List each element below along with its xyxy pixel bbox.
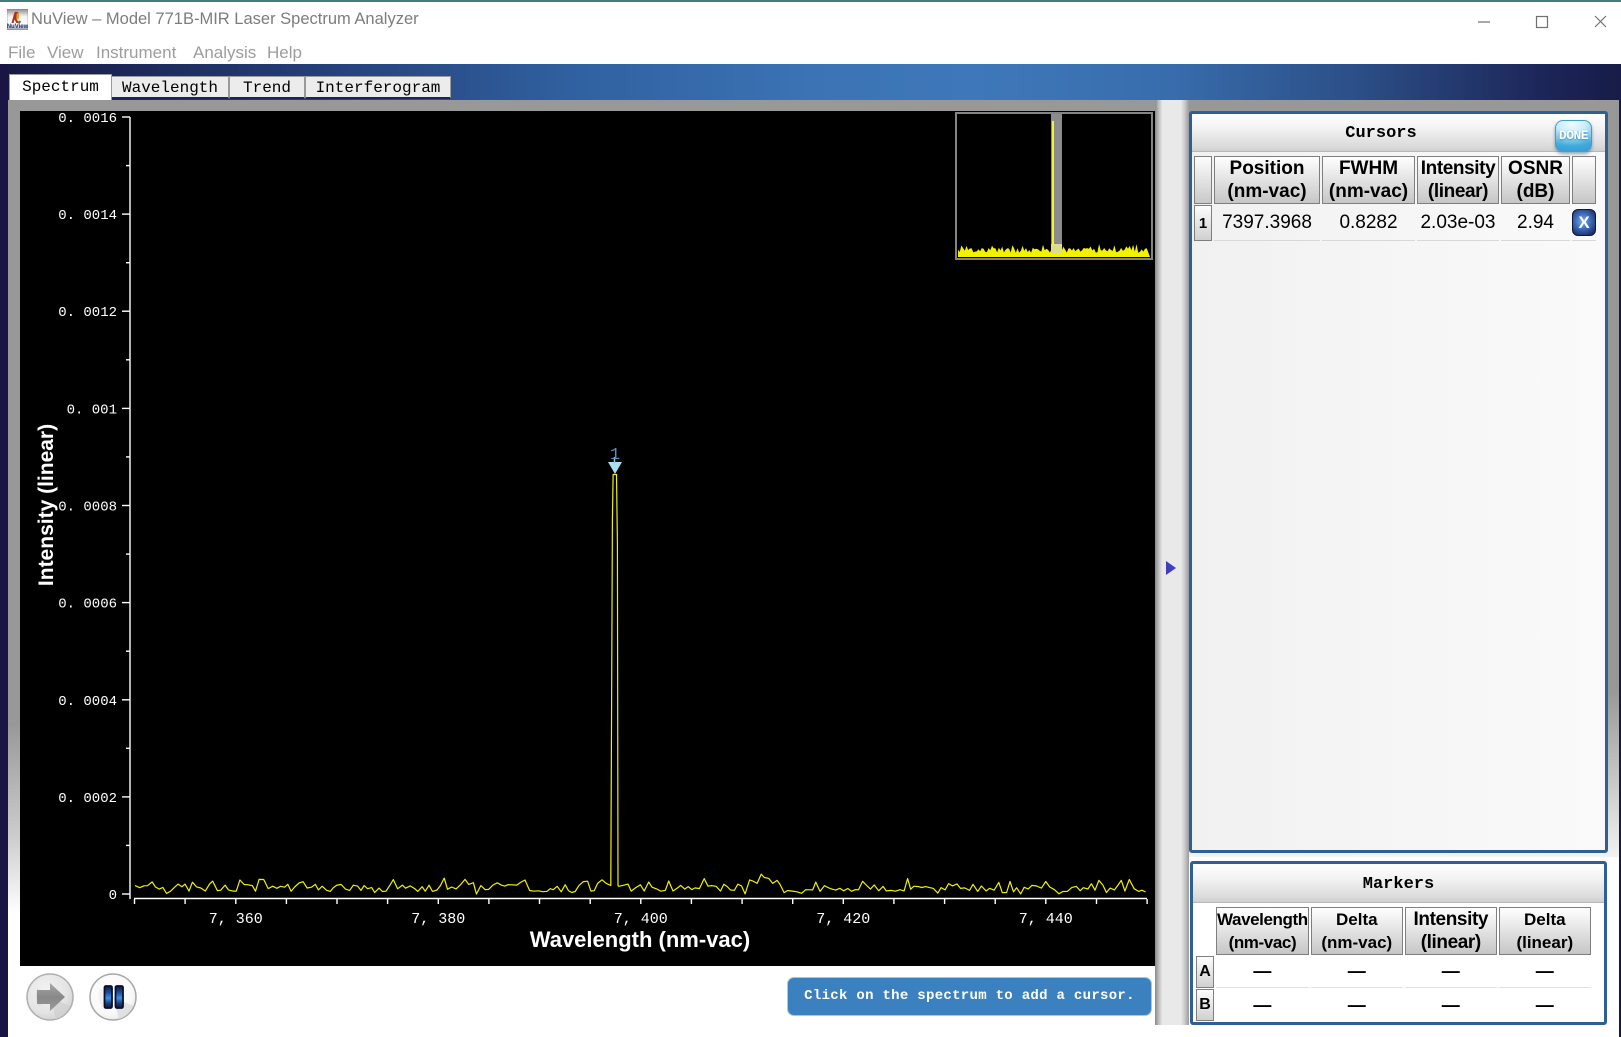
svg-text:0: 0: [109, 888, 117, 904]
svg-text:0. 0012: 0. 0012: [58, 305, 117, 321]
svg-text:7, 400: 7, 400: [614, 911, 668, 928]
svg-text:0. 0004: 0. 0004: [58, 694, 117, 710]
svg-text:Intensity (linear): Intensity (linear): [35, 424, 58, 586]
svg-text:0. 001: 0. 001: [67, 402, 117, 418]
svg-text:0. 0016: 0. 0016: [58, 111, 117, 127]
svg-text:Wavelength (nm-vac): Wavelength (nm-vac): [530, 927, 750, 952]
svg-text:1: 1: [610, 446, 620, 465]
svg-text:0. 0006: 0. 0006: [58, 597, 117, 613]
svg-text:7, 440: 7, 440: [1019, 911, 1073, 928]
svg-text:7, 360: 7, 360: [209, 911, 263, 928]
svg-text:7, 420: 7, 420: [816, 911, 870, 928]
svg-text:0. 0002: 0. 0002: [58, 791, 117, 807]
svg-text:7, 380: 7, 380: [411, 911, 465, 928]
svg-text:0. 0014: 0. 0014: [58, 208, 117, 224]
svg-text:NuView: NuView: [7, 24, 28, 30]
svg-text:0. 0008: 0. 0008: [58, 500, 117, 516]
